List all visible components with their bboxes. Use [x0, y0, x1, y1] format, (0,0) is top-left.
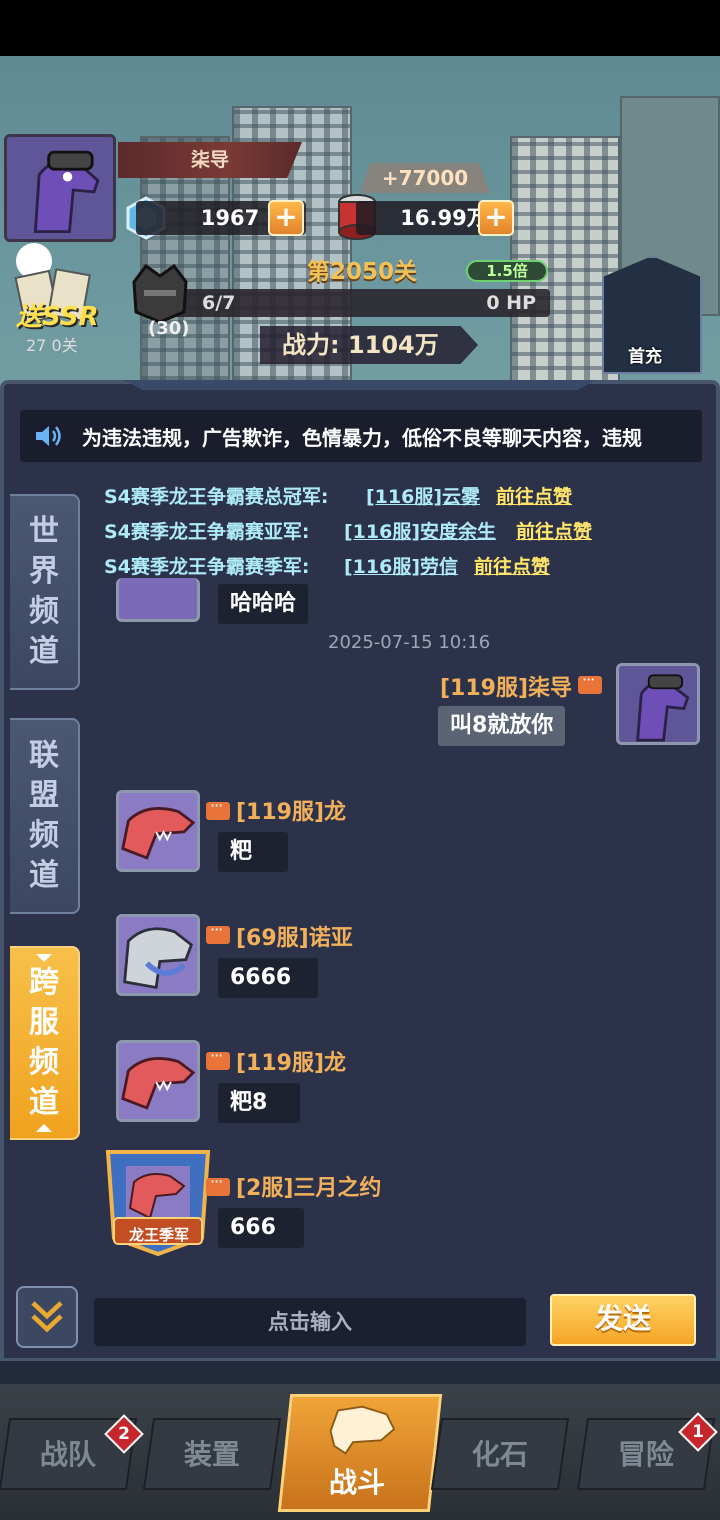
sender-name[interactable]: [69服]诺亚: [236, 920, 353, 952]
frame-label: 龙王季军: [128, 1226, 189, 1244]
tab-alliance-channel[interactable]: 联盟频道: [10, 718, 80, 914]
double-chevron-down-icon: [31, 1301, 63, 1333]
stage-label: 第2050关: [306, 259, 417, 285]
ssr-stage-label: 27 0关: [26, 336, 78, 355]
sender-name[interactable]: [2服]三月之约: [236, 1170, 381, 1202]
nav-fossil[interactable]: 化石: [430, 1418, 570, 1490]
message-bubble: 666: [218, 1208, 304, 1248]
speed-badge[interactable]: 1.5倍: [466, 260, 548, 282]
player-avatar[interactable]: [4, 134, 116, 242]
chevron-up-icon: [36, 1124, 52, 1132]
sender-name[interactable]: [119服]柒导: [440, 670, 572, 702]
tab-world-channel[interactable]: 世界频道: [10, 494, 80, 690]
nav-battle[interactable]: 战斗: [277, 1394, 443, 1512]
panel-divider: [0, 1358, 720, 1384]
sender-avatar[interactable]: [116, 914, 200, 996]
send-button[interactable]: 发送: [550, 1294, 696, 1346]
champion-line: S4赛季龙王争霸赛总冠军: [116服]云雾 前往点赞: [104, 482, 572, 509]
message-bubble: 叫8就放你: [438, 706, 566, 746]
sender-avatar[interactable]: [116, 578, 200, 622]
sender-name[interactable]: [119服]龙: [236, 1045, 346, 1077]
player-name: 柒导: [118, 142, 302, 178]
boss-hp-bar: 6/7 0 HP: [150, 289, 550, 317]
sender-name[interactable]: [119服]龙: [236, 794, 346, 826]
chat-bubble-icon: [206, 796, 230, 820]
sender-avatar[interactable]: [116, 790, 200, 872]
message-bubble: 粑: [218, 832, 288, 872]
champion-name-link[interactable]: [116服]安度余生: [344, 517, 496, 544]
like-link[interactable]: 前往点赞: [516, 517, 592, 544]
scroll-to-bottom-button[interactable]: [16, 1286, 78, 1348]
hp-text: 0 HP: [486, 292, 536, 314]
speaker-icon: [36, 426, 61, 446]
tab-cross-server-channel[interactable]: 跨服频道: [10, 946, 80, 1140]
boss-helmet-icon: [132, 263, 188, 324]
red-raptor-avatar-icon: [119, 793, 197, 869]
champion-line: S4赛季龙王争霸赛亚军: [116服]安度余生 前往点赞: [104, 517, 592, 544]
champion-name-link[interactable]: [116服]云雾: [366, 482, 480, 509]
add-gems-button[interactable]: +: [268, 200, 304, 236]
like-link[interactable]: 前往点赞: [474, 552, 550, 579]
message-bubble: 哈哈哈: [218, 584, 309, 624]
champion-line: S4赛季龙王争霸赛季军: [116服]劳信 前往点赞: [104, 552, 550, 579]
wave-count: 6/7: [202, 292, 236, 314]
notice-text: 为违法违规，广告欺诈，色情暴力，低俗不良等聊天内容，违规: [82, 426, 642, 450]
red-raptor-avatar-icon: [119, 1043, 197, 1119]
message-bubble: 6666: [218, 958, 318, 998]
food-bonus: +77000: [360, 163, 490, 193]
like-link[interactable]: 前往点赞: [496, 482, 572, 509]
chat-input[interactable]: 点击输入: [94, 1298, 526, 1346]
chat-bubble-icon: [206, 1046, 230, 1070]
ssr-gift-label[interactable]: 送SSR: [16, 296, 99, 333]
sender-avatar[interactable]: [116, 1040, 200, 1122]
chat-bubble-icon: [578, 670, 602, 694]
boss-level: (30): [148, 318, 190, 339]
dino-avatar-icon: [619, 666, 697, 742]
chat-bubble-icon: [206, 920, 230, 944]
chevron-down-icon: [36, 954, 52, 962]
nav-equipment[interactable]: 装置: [142, 1418, 282, 1490]
champion-name-link[interactable]: [116服]劳信: [344, 552, 458, 579]
first-charge-label: 首充: [628, 347, 662, 367]
chat-bubble-icon: [206, 1172, 230, 1196]
add-food-button[interactable]: +: [478, 200, 514, 236]
message-bubble: 粑8: [218, 1083, 300, 1123]
dino-avatar-icon: [7, 137, 113, 239]
combat-power: 战力: 1104万: [260, 326, 478, 364]
sender-avatar[interactable]: [616, 663, 700, 745]
message-timestamp: 2025-07-15 10:16: [328, 632, 491, 653]
armored-dino-avatar-icon: [119, 917, 197, 993]
dino-skull-icon: [329, 1405, 396, 1455]
notice-bar: 为违法违规，广告欺诈，色情暴力，低俗不良等聊天内容，违规: [20, 410, 702, 462]
